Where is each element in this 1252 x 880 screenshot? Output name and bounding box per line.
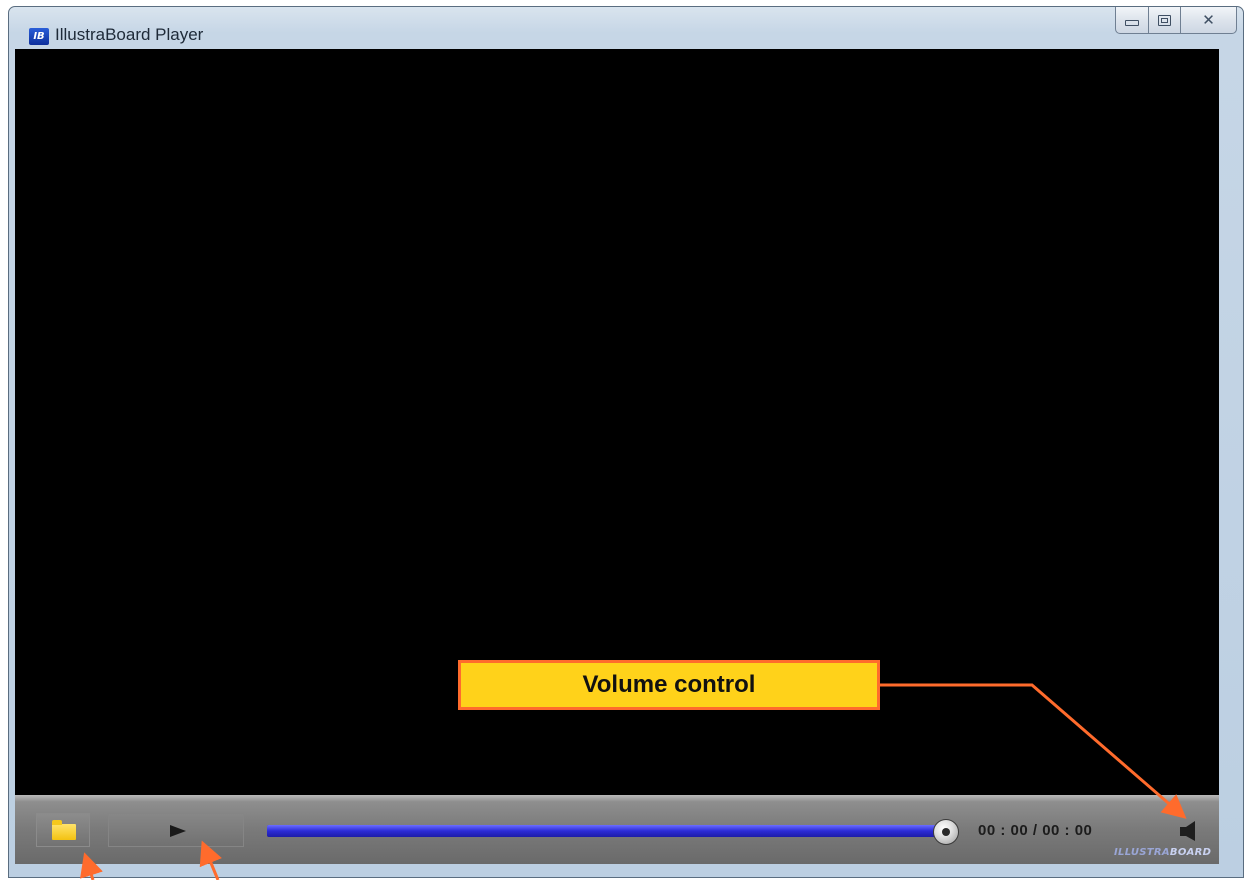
time-display: 00 : 00 / 00 : 00 — [978, 822, 1093, 839]
folder-icon — [52, 820, 76, 840]
speaker-icon[interactable] — [1178, 819, 1198, 843]
close-icon: ✕ — [1202, 11, 1215, 29]
brand-logo-part2: BOARD — [1169, 847, 1212, 858]
seek-bar-progress — [267, 825, 939, 837]
play-button[interactable] — [108, 813, 244, 847]
close-button[interactable]: ✕ — [1181, 7, 1237, 34]
restore-icon — [1158, 14, 1171, 26]
window-title: IllustraBoard Player — [55, 25, 204, 44]
seek-bar[interactable] — [267, 825, 939, 837]
control-bar: 00 : 00 / 00 : 00 ILLUSTRABOARD — [15, 795, 1219, 864]
title-bar[interactable]: IB IllustraBoard Player ✕ — [9, 7, 1243, 55]
brand-logo-part1: ILLUSTRA — [1114, 847, 1170, 858]
restore-button[interactable] — [1149, 7, 1181, 34]
volume-control-callout: Volume control — [458, 660, 880, 710]
minimize-icon — [1125, 20, 1139, 26]
open-file-button[interactable] — [36, 813, 90, 847]
play-icon — [170, 825, 186, 837]
window-controls: ✕ — [1115, 7, 1237, 35]
app-icon: IB — [29, 28, 49, 45]
minimize-button[interactable] — [1115, 7, 1149, 34]
brand-logo: ILLUSTRABOARD — [1114, 847, 1211, 858]
seek-thumb[interactable] — [933, 819, 959, 845]
